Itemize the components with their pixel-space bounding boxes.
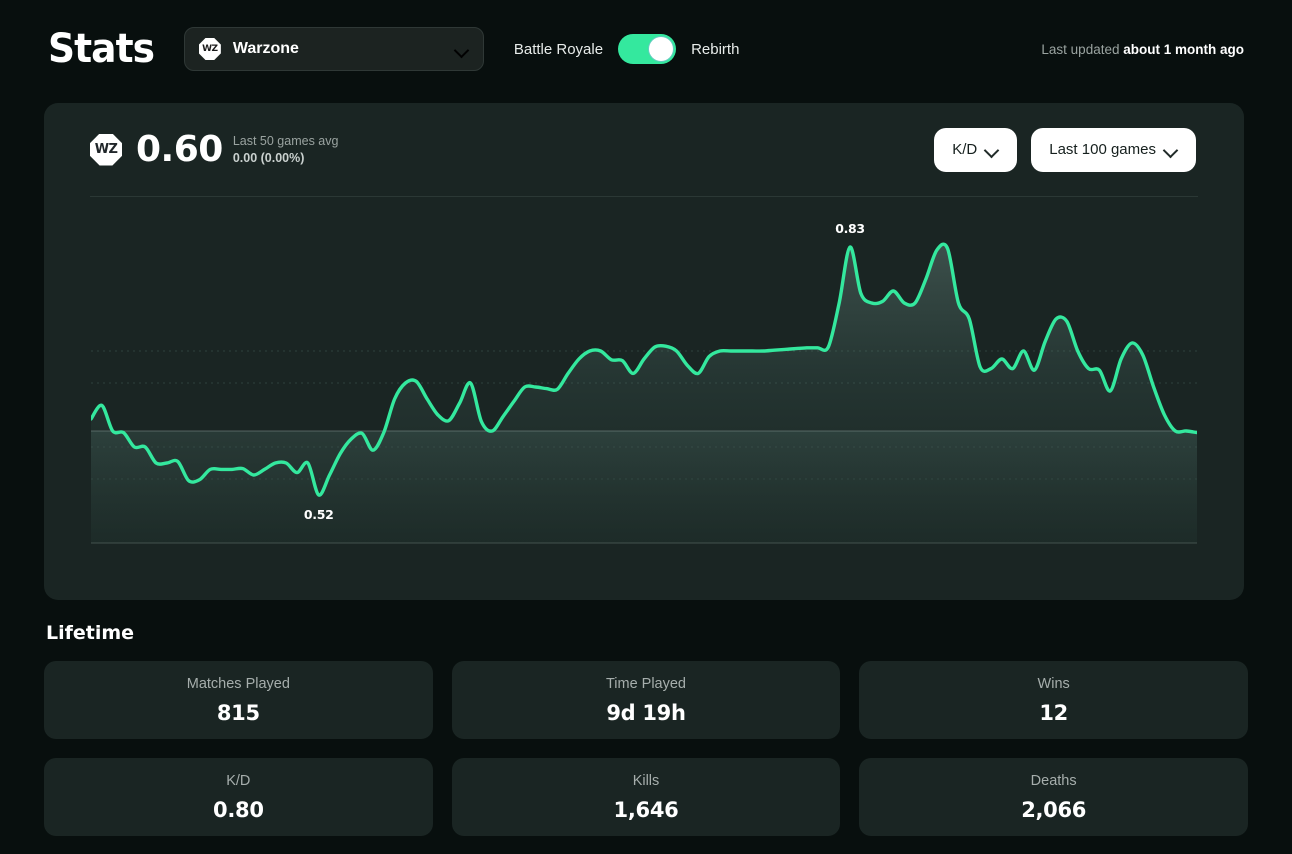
range-select-dropdown[interactable]: Last 100 games: [1031, 128, 1196, 172]
metric-select-label: K/D: [952, 141, 977, 158]
stat-card-label: Matches Played: [187, 676, 290, 692]
stat-card-label: Wins: [1038, 676, 1070, 692]
average-delta: 0.00 (0.00%): [233, 150, 339, 167]
stats-page: Stats WZ Warzone Battle Royale Rebirth L…: [0, 0, 1292, 854]
chevron-down-icon: [985, 145, 999, 154]
stat-card-value: 0.80: [213, 798, 264, 822]
average-label: Last 50 games avg: [233, 134, 339, 150]
chart-max-label: 0.83: [835, 221, 865, 236]
stat-card: Matches Played 815: [44, 661, 433, 739]
stat-card: Kills 1,646: [452, 758, 841, 836]
stat-card: Wins 12: [859, 661, 1248, 739]
stat-card-value: 9d 19h: [606, 701, 685, 725]
card-divider: [90, 196, 1198, 197]
chevron-down-icon: [455, 45, 469, 54]
mode-label-rebirth: Rebirth: [691, 41, 739, 58]
chart-baseline-band: [91, 431, 1197, 543]
stat-card-value: 1,646: [614, 798, 679, 822]
stat-card: Deaths 2,066: [859, 758, 1248, 836]
stat-card: Time Played 9d 19h: [452, 661, 841, 739]
stat-card-label: Time Played: [606, 676, 686, 692]
chart-min-label: 0.52: [304, 507, 334, 522]
stat-card-value: 815: [217, 701, 260, 725]
stat-card-label: Deaths: [1031, 773, 1077, 789]
chevron-down-icon: [1164, 145, 1178, 154]
kd-value: 0.60: [136, 129, 223, 170]
stat-card-value: 2,066: [1021, 798, 1086, 822]
range-select-label: Last 100 games: [1049, 141, 1156, 158]
lifetime-heading: Lifetime: [46, 622, 134, 644]
chart-card-header: WZ 0.60 Last 50 games avg 0.00 (0.00%) K…: [44, 103, 1244, 196]
toggle-knob: [649, 37, 673, 61]
last-updated-value: about 1 month ago: [1123, 42, 1244, 57]
game-select-dropdown[interactable]: WZ Warzone: [184, 27, 484, 71]
mode-switch: Battle Royale Rebirth: [514, 34, 740, 64]
stat-card-label: Kills: [633, 773, 660, 789]
mode-label-battle-royale: Battle Royale: [514, 41, 603, 58]
warzone-badge-icon: WZ: [90, 134, 122, 166]
mode-toggle[interactable]: [618, 34, 676, 64]
stat-card-label: K/D: [226, 773, 250, 789]
stat-card-value: 12: [1039, 701, 1068, 725]
stat-card: K/D 0.80: [44, 758, 433, 836]
chart-controls: K/D Last 100 games: [934, 128, 1196, 172]
game-select-label: Warzone: [233, 40, 455, 58]
page-header: Stats WZ Warzone Battle Royale Rebirth L…: [0, 0, 1292, 98]
kd-trend-chart[interactable]: 0.83 0.52: [91, 205, 1197, 567]
chart-svg: [91, 205, 1197, 567]
metric-select-dropdown[interactable]: K/D: [934, 128, 1017, 172]
last-updated-prefix: Last updated: [1041, 42, 1119, 57]
lifetime-stats-grid: Matches Played 815 Time Played 9d 19h Wins 12…: [44, 661, 1248, 836]
average-block: Last 50 games avg 0.00 (0.00%): [233, 132, 339, 167]
warzone-badge-icon: WZ: [199, 38, 221, 60]
page-title: Stats: [48, 29, 154, 69]
chart-card: WZ 0.60 Last 50 games avg 0.00 (0.00%) K…: [44, 103, 1244, 600]
last-updated: Last updated about 1 month ago: [1041, 42, 1244, 57]
